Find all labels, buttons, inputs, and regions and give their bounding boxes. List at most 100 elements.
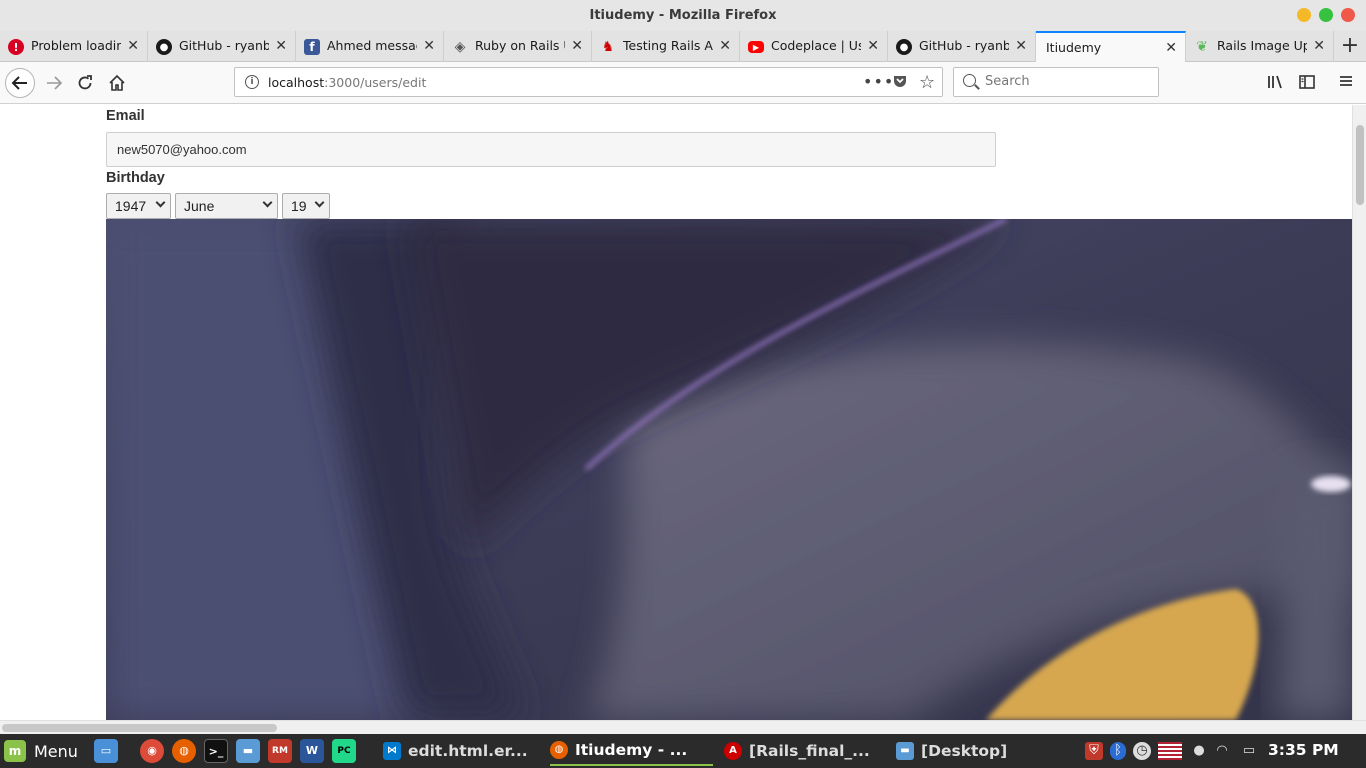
taskbar: m Menu ▭ ◉ ◍ >_ ▬ RM W PC ⋈ edit.html.er… xyxy=(0,734,1366,768)
forward-button[interactable] xyxy=(40,69,68,97)
page-actions-icon[interactable]: ••• xyxy=(863,72,894,91)
tab-codeplace[interactable]: ▶ Codeplace | Us ✕ xyxy=(740,31,888,62)
start-menu-button[interactable]: m Menu xyxy=(4,738,78,764)
user-icon[interactable]: ● xyxy=(1192,742,1206,760)
library-button[interactable] xyxy=(1266,73,1284,95)
search-input[interactable] xyxy=(985,74,1145,89)
birthday-label: Birthday xyxy=(106,170,165,186)
email-field[interactable] xyxy=(106,132,996,167)
birthday-year-select[interactable]: 1947 xyxy=(106,193,171,219)
tab-label: GitHub - ryanb/ xyxy=(179,38,269,53)
arrow-left-icon xyxy=(11,76,27,90)
rubymine-launcher-icon[interactable]: RM xyxy=(268,739,292,763)
horizontal-scroll-thumb[interactable] xyxy=(2,724,277,732)
reload-button[interactable] xyxy=(71,69,99,97)
pocket-icon[interactable] xyxy=(892,73,908,93)
info-icon[interactable]: i xyxy=(245,75,259,89)
clock-applet-icon[interactable]: ◷ xyxy=(1133,742,1151,760)
files-launcher-icon[interactable]: ▭ xyxy=(94,739,118,763)
leaf-icon: ❦ xyxy=(1196,39,1208,55)
pycharm-launcher-icon[interactable]: PC xyxy=(332,739,356,763)
tab-label: Testing Rails Ap xyxy=(623,38,713,53)
close-icon[interactable]: ✕ xyxy=(1015,37,1027,55)
clock[interactable]: 3:35 PM xyxy=(1268,741,1339,759)
horizontal-scrollbar[interactable] xyxy=(0,720,1366,734)
ruby-icon: A xyxy=(724,742,742,760)
navigation-toolbar: i localhost:3000/users/edit ••• ☆ xyxy=(0,62,1366,104)
home-button[interactable] xyxy=(103,69,131,97)
folder-launcher-icon[interactable]: ▬ xyxy=(236,739,260,763)
birthday-year-value: 1947 xyxy=(115,198,147,214)
home-icon xyxy=(109,74,125,91)
email-label: Email xyxy=(106,108,145,124)
tab-problem-loading[interactable]: ! Problem loading ✕ xyxy=(0,31,148,62)
word-launcher-icon[interactable]: W xyxy=(300,739,324,763)
tab-strip: ! Problem loading ✕ ● GitHub - ryanb/ ✕ … xyxy=(0,31,1366,63)
close-icon[interactable]: ✕ xyxy=(127,37,139,55)
taskbar-window-desktop[interactable]: ▬ [Desktop] xyxy=(896,736,1007,766)
hamburger-menu-button[interactable] xyxy=(1338,73,1354,93)
search-bar[interactable] xyxy=(953,67,1159,97)
close-icon[interactable]: ✕ xyxy=(571,37,583,55)
taskbar-window-firefox[interactable]: ◍ Itiudemy - ... xyxy=(550,736,714,766)
wifi-icon[interactable]: ◠ xyxy=(1213,742,1231,760)
close-icon[interactable]: ✕ xyxy=(275,37,287,55)
window-label: [Desktop] xyxy=(921,742,1008,760)
reload-icon xyxy=(78,75,92,90)
close-icon[interactable]: ✕ xyxy=(867,37,879,55)
tab-github-2[interactable]: ● GitHub - ryanb/ ✕ xyxy=(888,31,1036,62)
window-label: edit.html.er... xyxy=(408,742,528,760)
birthday-month-value: June xyxy=(184,198,215,214)
window-title: Itiudemy - Mozilla Firefox xyxy=(589,8,777,23)
tab-ruby-on-rails[interactable]: ◈ Ruby on Rails U ✕ xyxy=(444,31,592,62)
terminal-launcher-icon[interactable]: >_ xyxy=(204,739,228,763)
url-bar[interactable]: i localhost:3000/users/edit ••• ☆ xyxy=(234,67,943,97)
shield-icon[interactable]: ⛨ xyxy=(1085,742,1103,760)
tab-testing-rails[interactable]: ♞ Testing Rails Ap ✕ xyxy=(592,31,740,62)
close-icon[interactable]: ✕ xyxy=(719,37,731,55)
maximize-button[interactable] xyxy=(1319,8,1333,22)
window-label: Itiudemy - ... xyxy=(575,741,688,759)
sidebar-button[interactable] xyxy=(1298,73,1316,95)
new-tab-button[interactable]: + xyxy=(1338,34,1362,58)
tab-itiudemy[interactable]: Itiudemy ✕ xyxy=(1036,31,1186,63)
tab-label: Problem loading xyxy=(31,38,121,53)
bookmark-star-icon[interactable]: ☆ xyxy=(919,72,935,93)
arrow-right-icon xyxy=(47,76,63,90)
birthday-day-value: 19 xyxy=(291,198,307,214)
tab-rails-image-upload[interactable]: ❦ Rails Image Upl ✕ xyxy=(1186,31,1334,62)
github-icon: ● xyxy=(896,39,912,55)
keyboard-layout-flag-icon[interactable] xyxy=(1158,742,1182,760)
youtube-icon: ▶ xyxy=(748,41,764,53)
chevron-down-icon xyxy=(314,197,325,208)
tab-label: Ahmed messag xyxy=(327,38,417,53)
close-icon[interactable]: ✕ xyxy=(1313,37,1325,55)
vertical-scrollbar[interactable] xyxy=(1352,105,1366,720)
battery-icon[interactable]: ▭ xyxy=(1240,742,1258,760)
close-icon[interactable]: ✕ xyxy=(423,37,435,55)
tab-facebook[interactable]: f Ahmed messag ✕ xyxy=(296,31,444,62)
chevron-down-icon xyxy=(155,197,166,208)
taskbar-window-editor[interactable]: ⋈ edit.html.er... xyxy=(383,736,528,766)
vscode-icon: ⋈ xyxy=(383,742,401,760)
close-window-button[interactable] xyxy=(1341,8,1355,22)
close-icon[interactable]: ✕ xyxy=(1165,39,1177,57)
url-text[interactable]: localhost:3000/users/edit xyxy=(268,75,426,90)
birthday-month-select[interactable]: June xyxy=(175,193,278,219)
minimize-button[interactable] xyxy=(1297,8,1311,22)
chrome-launcher-icon[interactable]: ◉ xyxy=(140,739,164,763)
tab-label: Codeplace | Us xyxy=(771,38,861,53)
taskbar-window-rails[interactable]: A [Rails_final_... xyxy=(724,736,870,766)
tab-github-1[interactable]: ● GitHub - ryanb/ ✕ xyxy=(148,31,296,62)
back-button[interactable] xyxy=(5,68,35,98)
library-icon xyxy=(1268,75,1282,89)
tab-label: GitHub - ryanb/ xyxy=(919,38,1009,53)
firefox-icon: ◍ xyxy=(550,741,568,759)
search-icon xyxy=(963,74,976,87)
github-icon: ● xyxy=(156,39,172,55)
birthday-day-select[interactable]: 19 xyxy=(282,193,330,219)
bluetooth-icon[interactable]: ᛒ xyxy=(1110,742,1126,760)
firefox-launcher-icon[interactable]: ◍ xyxy=(172,739,196,763)
vertical-scroll-thumb[interactable] xyxy=(1356,125,1364,205)
sidebar-icon xyxy=(1299,75,1315,89)
